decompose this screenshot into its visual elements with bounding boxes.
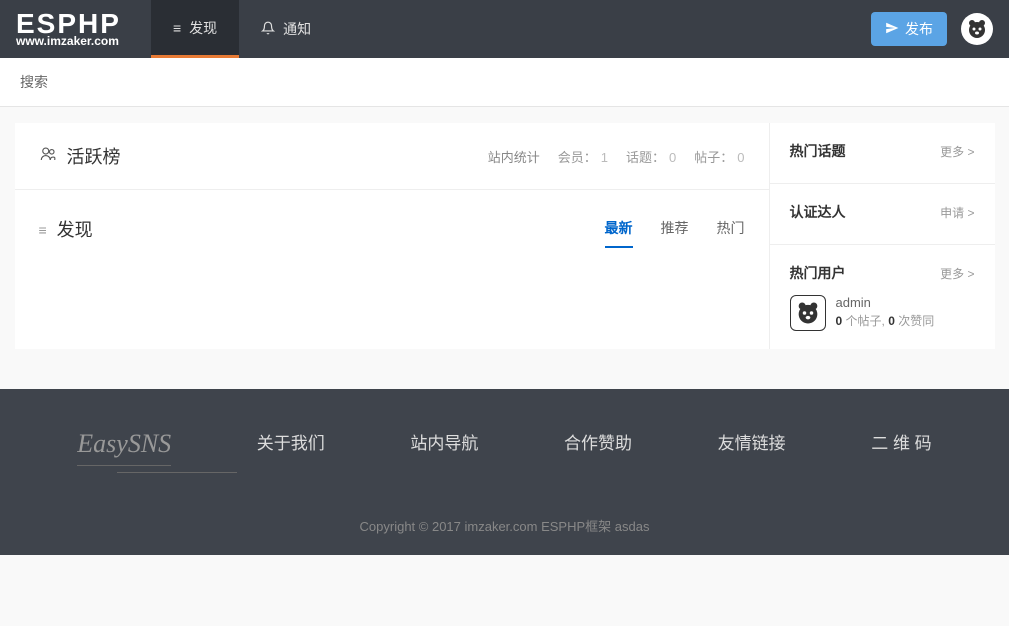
stat-members: 会员：1	[558, 147, 608, 166]
footer-nav: EasySNS 关于我们 站内导航 合作赞助 友情链接 二 维 码	[15, 429, 995, 466]
list-icon	[39, 219, 47, 240]
nav-discover-label: 发现	[189, 18, 217, 38]
footer-logo: EasySNS	[77, 429, 171, 466]
user-avatar	[790, 295, 826, 331]
active-panel-header: 活跃榜 站内统计 会员：1 话题：0 帖子：0	[39, 143, 745, 169]
sidebar: 热门话题 更多 > 认证达人 申请 > 热门用户 更多 > admin 0 个帖	[770, 123, 995, 349]
tab-recommend[interactable]: 推荐	[661, 218, 689, 248]
publish-button[interactable]: 发布	[871, 12, 947, 46]
footer: EasySNS 关于我们 站内导航 合作赞助 友情链接 二 维 码 Copyri…	[0, 389, 1009, 555]
people-icon	[39, 145, 57, 168]
active-panel-title: 活跃榜	[39, 143, 121, 169]
topbar: ESPHP www.imzaker.com 发现 通知 发布	[0, 0, 1009, 58]
footer-sitemap[interactable]: 站内导航	[410, 429, 478, 454]
tab-newest[interactable]: 最新	[605, 218, 633, 248]
topbar-right: 发布	[871, 12, 993, 46]
search-label: 搜索	[20, 74, 48, 90]
user-avatar-button[interactable]	[961, 13, 993, 45]
list-icon	[173, 20, 181, 36]
main-container: 活跃榜 站内统计 会员：1 话题：0 帖子：0 发现 最新 推荐	[15, 123, 995, 349]
user-name: admin	[836, 295, 975, 310]
site-stats: 站内统计 会员：1 话题：0 帖子：0	[488, 147, 745, 166]
footer-about[interactable]: 关于我们	[257, 429, 325, 454]
active-title-text: 活跃榜	[67, 143, 121, 169]
discover-header: 发现 最新 推荐 热门	[39, 210, 745, 248]
bell-icon	[261, 21, 275, 38]
stats-label: 站内统计	[488, 147, 540, 166]
user-stats: 0 个帖子, 0 次赞同	[836, 312, 975, 329]
discover-title: 发现	[39, 216, 93, 242]
footer-copyright: Copyright © 2017 imzaker.com ESPHP框架 asd…	[0, 516, 1009, 535]
hot-topics-title: 热门话题	[790, 141, 846, 161]
footer-sponsor[interactable]: 合作赞助	[564, 429, 632, 454]
discover-panel: 发现 最新 推荐 热门	[15, 190, 769, 288]
search-bar[interactable]: 搜索	[0, 58, 1009, 107]
user-item[interactable]: admin 0 个帖子, 0 次赞同	[790, 295, 975, 331]
site-logo[interactable]: ESPHP www.imzaker.com	[16, 10, 121, 48]
nav-discover[interactable]: 发现	[151, 0, 239, 58]
send-icon	[885, 21, 899, 38]
stat-topics: 话题：0	[626, 147, 676, 166]
nav-notify-label: 通知	[283, 19, 311, 39]
bear-icon	[794, 299, 822, 327]
user-info: admin 0 个帖子, 0 次赞同	[836, 295, 975, 329]
sidebar-verified: 认证达人 申请 >	[770, 184, 995, 245]
verified-apply[interactable]: 申请 >	[940, 204, 974, 221]
discover-tabs: 最新 推荐 热门	[605, 218, 745, 248]
active-panel: 活跃榜 站内统计 会员：1 话题：0 帖子：0	[15, 123, 769, 190]
hot-users-title: 热门用户	[790, 263, 846, 283]
sidebar-hot-users: 热门用户 更多 > admin 0 个帖子, 0 次赞同	[770, 245, 995, 349]
main-column: 活跃榜 站内统计 会员：1 话题：0 帖子：0 发现 最新 推荐	[15, 123, 770, 349]
tab-hot[interactable]: 热门	[717, 218, 745, 248]
sidebar-hot-topics: 热门话题 更多 >	[770, 123, 995, 184]
logo-sub: www.imzaker.com	[16, 34, 121, 48]
nav-notify[interactable]: 通知	[239, 0, 333, 58]
stat-posts: 帖子：0	[694, 147, 744, 166]
hot-topics-more[interactable]: 更多 >	[940, 143, 974, 160]
verified-title: 认证达人	[790, 202, 846, 222]
footer-friends[interactable]: 友情链接	[718, 429, 786, 454]
discover-title-text: 发现	[57, 216, 93, 242]
footer-qrcode[interactable]: 二 维 码	[871, 429, 931, 454]
publish-label: 发布	[905, 19, 933, 39]
hot-users-more[interactable]: 更多 >	[940, 265, 974, 282]
bear-icon	[965, 17, 989, 41]
nav: 发现 通知	[151, 0, 333, 58]
